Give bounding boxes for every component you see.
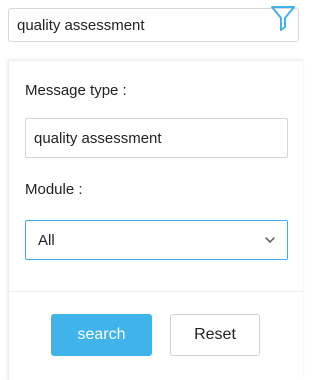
module-select[interactable]: All [25, 220, 288, 260]
message-type-input[interactable]: quality assessment [25, 118, 288, 158]
panel-divider [9, 291, 304, 292]
message-type-label: Message type : [25, 82, 127, 99]
reset-button[interactable]: Reset [170, 314, 260, 356]
filter-panel: Message type : quality assessment Module… [8, 60, 304, 380]
top-bar: quality assessment [0, 0, 301, 52]
search-button[interactable]: search [51, 314, 152, 356]
message-type-input-value: quality assessment [34, 130, 162, 147]
module-label: Module : [25, 181, 83, 198]
search-input-value: quality assessment [17, 17, 145, 34]
filter-icon[interactable] [270, 4, 296, 32]
chevron-down-icon [265, 237, 275, 243]
search-input[interactable]: quality assessment [8, 8, 299, 42]
module-select-value: All [38, 232, 55, 249]
